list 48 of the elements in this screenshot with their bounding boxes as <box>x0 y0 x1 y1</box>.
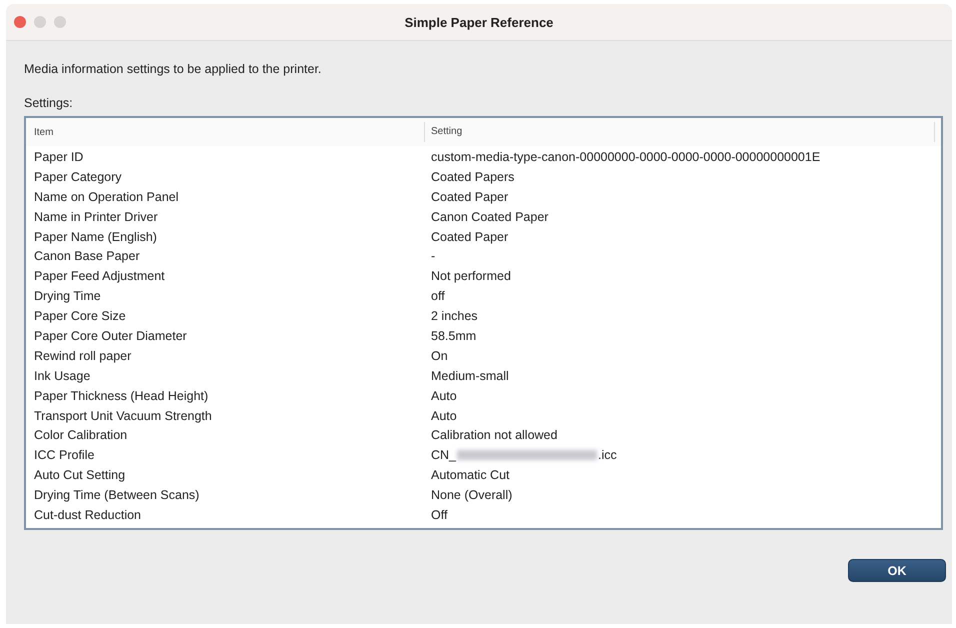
table-cell-text: Auto <box>431 388 458 403</box>
ok-button[interactable]: OK <box>848 559 946 582</box>
table-cell-text: Paper Thickness (Head Height) <box>33 388 210 403</box>
table-cell-text: 58.5mm <box>431 328 478 343</box>
table-cell-text: ICC Profile <box>33 448 96 462</box>
table-cell-text: Paper Core Size <box>33 309 127 324</box>
zoom-icon[interactable] <box>54 16 66 28</box>
table-cell-text: Paper Category <box>33 170 123 184</box>
table-cell-text: Canon Base Paper <box>33 249 141 264</box>
table-cell-text: Name on Operation Panel <box>33 190 180 204</box>
table-cell-text: Rewind roll paper <box>33 348 132 363</box>
table-cell-text: off <box>431 289 446 304</box>
table-cell-text: None (Overall) <box>431 488 514 502</box>
table-cell-text: Coated Paper <box>431 190 510 204</box>
table-cell-text: Medium-small <box>431 368 510 383</box>
column-header[interactable]: Item <box>26 126 424 138</box>
column-header[interactable]: Setting <box>424 122 935 142</box>
table-cell-text: Auto <box>431 408 458 423</box>
table-cell-text: Drying Time (Between Scans) <box>33 488 200 502</box>
table-cell-text: Name in Printer Driver <box>33 210 159 224</box>
table-cell-text: Transport Unit Vacuum Strength <box>33 408 213 423</box>
table-cell-text: Canon Coated Paper <box>431 210 550 224</box>
table-cell-text: Paper ID <box>33 150 84 164</box>
table-cell-text: On <box>431 348 449 363</box>
table-cell-text: Paper Name (English) <box>33 230 158 244</box>
table-cell-text: - <box>431 249 436 264</box>
table-cell-text: Paper Feed Adjustment <box>33 269 166 284</box>
description-text: Media information settings to be applied to the printer. <box>24 62 322 76</box>
table-cell-text: Drying Time <box>33 289 102 304</box>
table-cell-text: Coated Papers <box>431 170 516 184</box>
table-cell-text: Coated Paper <box>431 230 510 244</box>
table-cell-text: Ink Usage <box>33 368 92 383</box>
table-cell-text: Paper Core Outer Diameter <box>33 328 188 343</box>
minimize-icon[interactable] <box>34 16 46 28</box>
table-cell-text: Cut-dust Reduction <box>33 508 142 522</box>
table-cell-text: Automatic Cut <box>431 468 511 482</box>
table-cell-text: Auto Cut Setting <box>33 468 126 482</box>
table-cell-text: 2 inches <box>431 309 479 324</box>
table-cell: CN_ <box>431 448 456 462</box>
close-icon[interactable] <box>14 16 26 28</box>
window-title: Simple Paper Reference <box>404 14 554 30</box>
table-cell-text: Not performed <box>431 269 512 284</box>
settings-label: Settings: <box>24 96 74 110</box>
table-cell-text: Color Calibration <box>33 428 128 442</box>
table-cell-text: Calibration not allowed <box>431 428 558 442</box>
table-cell: .icc <box>598 448 617 462</box>
table-cell-text: custom-media-type-canon-00000000-0000-0000-0000-00000000001E <box>431 150 822 164</box>
table-cell-text: Off <box>431 508 448 522</box>
